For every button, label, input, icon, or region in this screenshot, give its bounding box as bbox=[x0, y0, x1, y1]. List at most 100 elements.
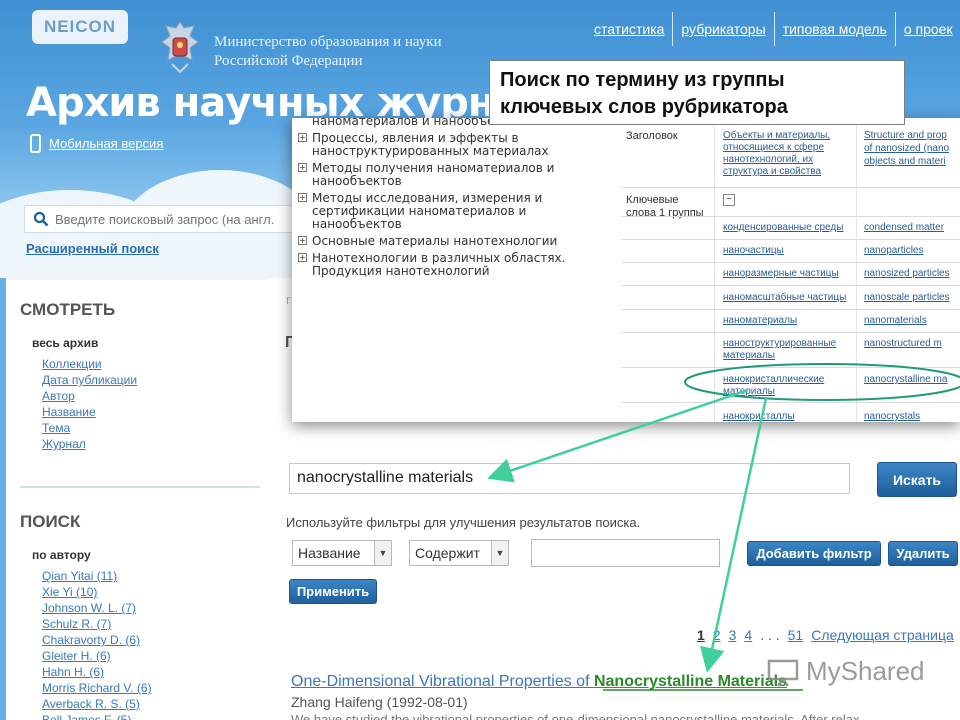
header-ru-link[interactable]: Объекты и материалы, относящиеся к сфере… bbox=[723, 130, 858, 178]
keyword-en-highlighted[interactable]: nanocrystalline ma bbox=[864, 374, 947, 386]
view-link-date[interactable]: Дата публикации bbox=[42, 372, 137, 388]
tree-item[interactable]: + Методы исследования, измерения и сертиф… bbox=[298, 192, 598, 231]
filter-value-input[interactable] bbox=[531, 539, 720, 567]
nav-statistics[interactable]: статистика bbox=[586, 12, 672, 46]
result-title-link[interactable]: One-Dimensional Vibrational Properties o… bbox=[291, 673, 787, 691]
tree-item-label: Методы получения наноматериалов и нанооб… bbox=[312, 161, 555, 188]
search-icon bbox=[33, 211, 49, 227]
tree-item-label: Нанотехнологии в различных областях. Про… bbox=[312, 251, 566, 278]
row-divider bbox=[622, 402, 960, 403]
author-link[interactable]: Johnson W. L. (7) bbox=[42, 600, 152, 616]
keyword-en[interactable]: condensed matter bbox=[864, 222, 944, 234]
filter-op-value: Содержит bbox=[415, 545, 480, 561]
keyword-en[interactable]: nanosized particles bbox=[864, 268, 950, 280]
keyword-ru[interactable]: наноструктурированные материалы bbox=[723, 338, 858, 362]
keyword-ru[interactable]: конденсированные среды bbox=[723, 222, 858, 234]
keyword-ru[interactable]: наноразмерные частицы bbox=[723, 268, 858, 280]
pagination: 1 2 3 4 . . . 51 Следующая страница bbox=[697, 627, 954, 643]
view-link-journal[interactable]: Журнал bbox=[42, 436, 137, 452]
view-link-author[interactable]: Автор bbox=[42, 388, 137, 404]
author-link[interactable]: Averback R. S. (5) bbox=[42, 696, 152, 712]
header-label: Заголовок bbox=[626, 130, 678, 142]
page-link[interactable]: 4 bbox=[744, 627, 752, 643]
author-link[interactable]: Gleiter H. (6) bbox=[42, 648, 152, 664]
search-heading: ПОИСК bbox=[20, 512, 81, 531]
keyword-en[interactable]: nanocrystals bbox=[864, 411, 920, 422]
nav-about[interactable]: о проек bbox=[894, 12, 960, 46]
page-link[interactable]: 3 bbox=[729, 627, 737, 643]
page-link-last[interactable]: 51 bbox=[788, 627, 804, 643]
author-link[interactable]: Schulz R. (7) bbox=[42, 616, 152, 632]
keyword-ru[interactable]: наномасштабные частицы bbox=[723, 292, 858, 304]
filter-field-select[interactable]: Название ▼ bbox=[292, 540, 392, 566]
tree-item[interactable]: + Нанотехнологии в различных областях. Пр… bbox=[298, 252, 598, 278]
row-divider bbox=[622, 367, 960, 368]
filter-field-value: Название bbox=[298, 545, 361, 561]
filter-op-select[interactable]: Содержит ▼ bbox=[409, 540, 509, 566]
tree-item[interactable]: + Методы получения наноматериалов и наноо… bbox=[298, 162, 598, 188]
view-link-title[interactable]: Название bbox=[42, 404, 137, 420]
filter-hint: Используйте фильтры для улучшения резуль… bbox=[286, 515, 641, 530]
delete-filter-button[interactable]: Удалить bbox=[888, 541, 958, 566]
ministry-name: Министерство образования и науки Российс… bbox=[214, 33, 442, 71]
tree-item-label: Методы исследования, измерения и сертифи… bbox=[312, 191, 543, 231]
watermark: MyShared bbox=[766, 656, 925, 687]
expand-icon[interactable]: + bbox=[298, 236, 307, 245]
search-button[interactable]: Искать bbox=[877, 462, 957, 497]
watermark-text: MyShared bbox=[806, 656, 925, 686]
page-ellipsis: . . . bbox=[760, 627, 780, 643]
top-nav: статистика рубрикаторы типовая модель о … bbox=[586, 12, 960, 46]
neicon-logo[interactable]: NEICON bbox=[32, 10, 128, 44]
ministry-emblem-icon bbox=[161, 21, 199, 74]
mobile-version-link[interactable]: Мобильная версия bbox=[30, 134, 163, 153]
main-search-input[interactable]: nanocrystalline materials bbox=[289, 463, 850, 494]
author-link[interactable]: Bell James F. (5) bbox=[42, 712, 152, 720]
keyword-en[interactable]: nanoscale particles bbox=[864, 292, 950, 304]
logo-text: NEICON bbox=[43, 17, 117, 36]
apply-button[interactable]: Применить bbox=[289, 579, 377, 604]
keyword-en[interactable]: nanoparticles bbox=[864, 245, 923, 257]
expand-icon[interactable]: + bbox=[298, 253, 307, 262]
tree-item[interactable]: + Основные материалы нанотехнологии bbox=[298, 235, 598, 248]
header-en-link[interactable]: Structure and prop bbox=[864, 130, 947, 142]
header-search-input[interactable] bbox=[55, 211, 285, 227]
keyword-ru[interactable]: наночастицы bbox=[723, 245, 858, 257]
view-link-collections[interactable]: Коллекции bbox=[42, 356, 137, 372]
author-link[interactable]: Hahn H. (6) bbox=[42, 664, 152, 680]
callout-box: Поиск по термину из группы ключевых слов… bbox=[489, 60, 905, 125]
expand-icon[interactable]: + bbox=[298, 193, 307, 202]
breadcrumb-fragment: г bbox=[286, 292, 291, 307]
tree-item[interactable]: + Процессы, явления и эффекты в нанострук… bbox=[298, 132, 598, 158]
nav-model[interactable]: типовая модель bbox=[773, 12, 895, 46]
author-link[interactable]: Qian Yitai (11) bbox=[42, 568, 152, 584]
author-link[interactable]: Morris Richard V. (6) bbox=[42, 680, 152, 696]
keyword-en[interactable]: nanomaterials bbox=[864, 315, 927, 327]
keyword-ru-highlighted[interactable]: нанокристаллические материалы bbox=[723, 374, 858, 398]
header-en-link[interactable]: of nanosized (nano bbox=[864, 143, 949, 155]
rubricator-overlay: наноматериалов и нанообъектов + Процессы,… bbox=[292, 118, 960, 422]
view-links: Коллекции Дата публикации Автор Название… bbox=[42, 356, 137, 452]
row-divider bbox=[622, 309, 960, 310]
author-link[interactable]: Chakravorty D. (6) bbox=[42, 632, 152, 648]
view-link-subject[interactable]: Тема bbox=[42, 420, 137, 436]
collapse-icon[interactable]: − bbox=[723, 194, 735, 206]
view-subheading[interactable]: весь архив bbox=[32, 336, 98, 350]
phone-icon bbox=[30, 134, 41, 153]
page-link[interactable]: 2 bbox=[713, 627, 721, 643]
page-current: 1 bbox=[697, 627, 705, 643]
mobile-version-label: Мобильная версия bbox=[49, 136, 164, 151]
keyword-ru[interactable]: нанокристаллы bbox=[723, 411, 858, 422]
presentation-icon bbox=[767, 659, 799, 687]
add-filter-button[interactable]: Добавить фильтр bbox=[747, 541, 881, 566]
expand-icon[interactable]: + bbox=[298, 133, 307, 142]
next-page-link[interactable]: Следующая страница bbox=[811, 627, 954, 643]
nav-rubricators[interactable]: рубрикаторы bbox=[672, 12, 773, 46]
expand-icon[interactable]: + bbox=[298, 163, 307, 172]
row-divider bbox=[622, 187, 960, 188]
row-divider bbox=[622, 239, 960, 240]
advanced-search-link[interactable]: Расширенный поиск bbox=[26, 241, 159, 256]
keyword-en[interactable]: nanostructured m bbox=[864, 338, 942, 350]
keyword-ru[interactable]: наноматериалы bbox=[723, 315, 858, 327]
author-link[interactable]: Xie Yi (10) bbox=[42, 584, 152, 600]
header-en-link[interactable]: objects and materi bbox=[864, 156, 946, 168]
